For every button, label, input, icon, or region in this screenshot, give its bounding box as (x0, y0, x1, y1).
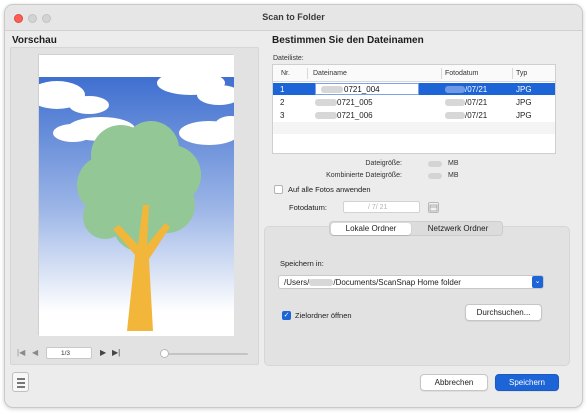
row-nr: 2 (280, 98, 285, 107)
row-filename: 0721_005 (337, 98, 373, 107)
page-navigation: |◀ ◀ 1/3 ▶ ▶| (15, 347, 255, 361)
zoom-slider-track[interactable] (164, 353, 248, 355)
preview-image (29, 54, 247, 336)
file-size-unit: MB (448, 160, 459, 167)
prev-page-icon[interactable]: ◀ (32, 348, 38, 357)
table-row[interactable]: 1 0721_004 /07/21 JPG (273, 83, 555, 95)
next-page-icon[interactable]: ▶ (100, 348, 106, 357)
cancel-button[interactable]: Abbrechen (420, 374, 488, 391)
empty-row (273, 122, 555, 134)
row-nr: 3 (280, 111, 285, 120)
save-button[interactable]: Speichern (495, 374, 559, 391)
row-photo-date: /07/21 (465, 85, 488, 94)
tab-network-folders[interactable]: Netzwerk Ordner (414, 223, 502, 235)
preview-panel: |◀ ◀ 1/3 ▶ ▶| (10, 47, 259, 365)
window-title: Scan to Folder (262, 12, 325, 22)
column-header-filename[interactable]: Dateiname (313, 70, 347, 77)
preview-heading: Vorschau (12, 35, 57, 46)
apply-all-label: Auf alle Fotos anwenden (288, 185, 371, 194)
path-prefix: /Users/ (284, 278, 310, 287)
photo-date-field[interactable]: / 7/ 21 (343, 201, 420, 213)
save-location-panel (264, 226, 570, 366)
path-suffix: /Documents/ScanSnap Home folder (333, 278, 461, 287)
open-folder-label: Zielordner öffnen (295, 311, 352, 320)
filename-edit-field[interactable]: 0721_004 (315, 83, 419, 95)
open-folder-checkbox[interactable]: ✓ (282, 311, 291, 320)
row-nr: 1 (280, 85, 285, 94)
photo-date-label: Fotodatum: (289, 203, 327, 212)
row-photo-date: /07/21 (465, 98, 488, 107)
browse-button[interactable]: Durchsuchen... (465, 304, 542, 321)
calendar-icon[interactable] (428, 202, 439, 213)
row-photo-date: /07/21 (465, 111, 488, 120)
folder-type-tabs: Lokale Ordner Netzwerk Ordner (329, 221, 503, 236)
list-icon[interactable] (12, 372, 29, 392)
file-list-label: Dateiliste: (273, 55, 304, 62)
row-type: JPG (516, 111, 532, 120)
file-size-label: Dateigröße: (365, 160, 402, 167)
save-path-select[interactable]: /Users/ /Documents/ScanSnap Home folder ⌄ (278, 275, 544, 289)
table-row[interactable]: 3 0721_006 /07/21 JPG (273, 109, 555, 121)
row-type: JPG (516, 85, 532, 94)
page-indicator[interactable]: 1/3 (46, 347, 92, 359)
title-bar: Scan to Folder (5, 5, 582, 31)
row-filename: 0721_004 (344, 85, 380, 94)
save-in-label: Speichern in: (280, 259, 324, 268)
column-header-type[interactable]: Typ (516, 70, 527, 77)
empty-row (273, 135, 555, 147)
zoom-slider-handle[interactable] (160, 349, 169, 358)
chevron-down-icon[interactable]: ⌄ (532, 276, 543, 288)
column-header-nr[interactable]: Nr. (281, 70, 290, 77)
file-list-table: Nr. Dateiname Fotodatum Typ 1 0721_004 /… (272, 64, 556, 154)
table-row[interactable]: 2 0721_005 /07/21 JPG (273, 96, 555, 108)
scanned-photo (29, 55, 247, 336)
row-type: JPG (516, 98, 532, 107)
first-page-icon[interactable]: |◀ (17, 348, 25, 357)
filename-heading: Bestimmen Sie den Dateinamen (272, 35, 424, 46)
row-filename: 0721_006 (337, 111, 373, 120)
combined-size-unit: MB (448, 172, 459, 179)
table-header: Nr. Dateiname Fotodatum Typ (273, 65, 555, 82)
column-header-photo-date[interactable]: Fotodatum (445, 70, 478, 77)
tab-local-folders[interactable]: Lokale Ordner (331, 223, 411, 235)
apply-all-checkbox[interactable] (274, 185, 283, 194)
combined-size-label: Kombinierte Dateigröße: (326, 172, 402, 179)
last-page-icon[interactable]: ▶| (112, 348, 120, 357)
